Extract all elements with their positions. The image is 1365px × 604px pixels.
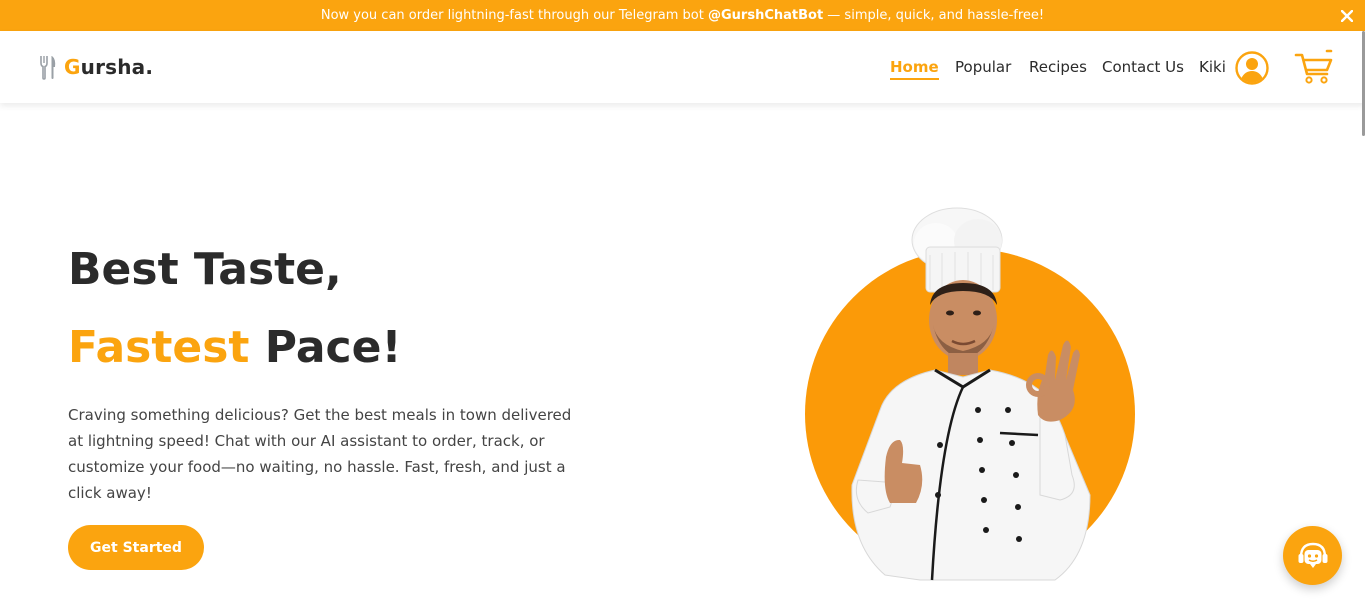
user-name[interactable]: Kiki [1199, 31, 1226, 103]
hero-title-line1: Best Taste, [68, 244, 342, 295]
close-icon[interactable] [1337, 0, 1357, 31]
nav-contact-us[interactable]: Contact Us [1102, 58, 1184, 76]
hero-description: Craving something delicious? Get the bes… [68, 406, 572, 502]
nav-home[interactable]: Home [890, 58, 939, 80]
chat-support-icon [1296, 539, 1330, 573]
cart-icon[interactable] [1294, 49, 1334, 85]
nav-recipes[interactable]: Recipes [1029, 58, 1087, 76]
get-started-button[interactable]: Get Started [68, 525, 204, 570]
chef-photo [790, 195, 1150, 595]
site-header: Gursha. Home Popular Recipes Contact Us … [0, 31, 1365, 103]
nav-popular[interactable]: Popular [955, 58, 1011, 76]
user-circle-icon[interactable] [1234, 50, 1269, 85]
brand-name: Gursha. [64, 55, 154, 79]
hero-title-accent: Fastest [68, 322, 250, 373]
fork-knife-icon [38, 54, 58, 80]
telegram-bot-handle[interactable]: @GurshChatBot [708, 8, 823, 23]
hero-title-rest: Pace! [249, 322, 402, 373]
announcement-bar: Now you can order lightning-fast through… [0, 0, 1365, 31]
chef-hat [911, 207, 1003, 293]
announcement-text: Now you can order lightning-fast through… [320, 8, 1045, 23]
hero-title-line2: Fastest Pace! [68, 318, 402, 378]
brand-logo[interactable]: Gursha. [38, 31, 153, 103]
chat-support-button[interactable] [1283, 526, 1342, 585]
